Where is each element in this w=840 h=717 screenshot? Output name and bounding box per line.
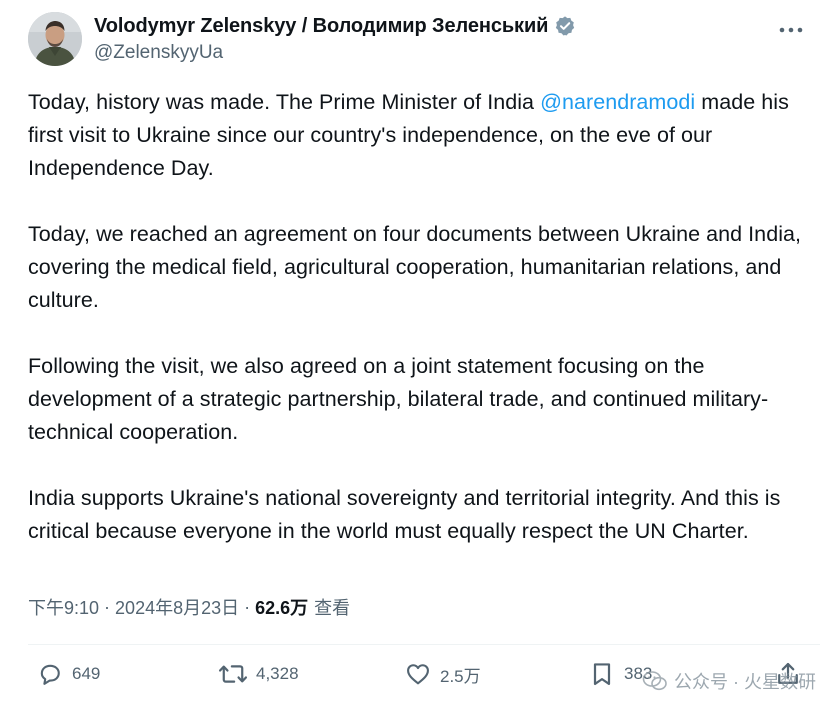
verified-badge-icon[interactable] xyxy=(554,15,576,37)
heart-icon xyxy=(407,664,429,685)
tweet-time[interactable]: 下午9:10 xyxy=(28,594,99,620)
meta-separator: · xyxy=(244,596,251,617)
divider xyxy=(28,644,820,645)
author-name-block: Volodymyr Zelenskyy / Володимир Зеленськ… xyxy=(94,14,576,64)
repost-count: 4,328 xyxy=(256,664,299,683)
author-display-name[interactable]: Volodymyr Zelenskyy / Володимир Зеленськ… xyxy=(94,15,548,38)
tweet-text: Today, history was made. The Prime Minis… xyxy=(28,86,818,581)
tweet-card: Volodymyr Zelenskyy / Володимир Зеленськ… xyxy=(0,0,840,717)
tweet-paragraph-4: India supports Ukraine's national sovere… xyxy=(28,486,781,543)
like-count: 2.5万 xyxy=(440,666,481,686)
paragraph-1-before: Today, history was made. The Prime Minis… xyxy=(28,90,541,114)
watermark: 公众号 · 火星数研 xyxy=(642,668,816,694)
more-options-button[interactable] xyxy=(776,18,806,42)
tweet-paragraph-2: Today, we reached an agreement on four d… xyxy=(28,222,802,312)
repost-arrows-icon xyxy=(218,665,248,683)
like-button[interactable]: 2.5万 xyxy=(404,660,481,688)
display-name-row: Volodymyr Zelenskyy / Володимир Зеленськ… xyxy=(94,14,576,38)
avatar-image xyxy=(28,12,82,66)
tweet-paragraph-3: Following the visit, we also agreed on a… xyxy=(28,354,769,444)
reply-bubble-icon xyxy=(40,664,60,685)
tweet-date[interactable]: 2024年8月23日 xyxy=(115,594,239,620)
more-dots-icon xyxy=(779,27,803,33)
watermark-text: 公众号 · 火星数研 xyxy=(674,672,816,692)
meta-separator: · xyxy=(104,596,111,617)
author-handle[interactable]: @ZelenskyyUa xyxy=(94,42,576,64)
bookmark-icon xyxy=(593,663,611,686)
tweet-header: Volodymyr Zelenskyy / Володимир Зеленськ… xyxy=(28,12,820,68)
views-label: 查看 xyxy=(314,598,351,618)
repost-button[interactable]: 4,328 xyxy=(218,660,299,688)
reply-count: 649 xyxy=(72,664,101,683)
reply-button[interactable]: 649 xyxy=(36,660,100,688)
mention-link[interactable]: @narendramodi xyxy=(540,90,695,114)
tweet-meta: 下午9:10 · 2024年8月23日 · 62.6万 查看 xyxy=(28,594,350,620)
wechat-logo-icon xyxy=(642,671,667,691)
author-avatar[interactable] xyxy=(28,12,82,66)
tweet-paragraph-1: Today, history was made. The Prime Minis… xyxy=(28,86,818,185)
views-count: 62.6万 xyxy=(255,598,309,618)
